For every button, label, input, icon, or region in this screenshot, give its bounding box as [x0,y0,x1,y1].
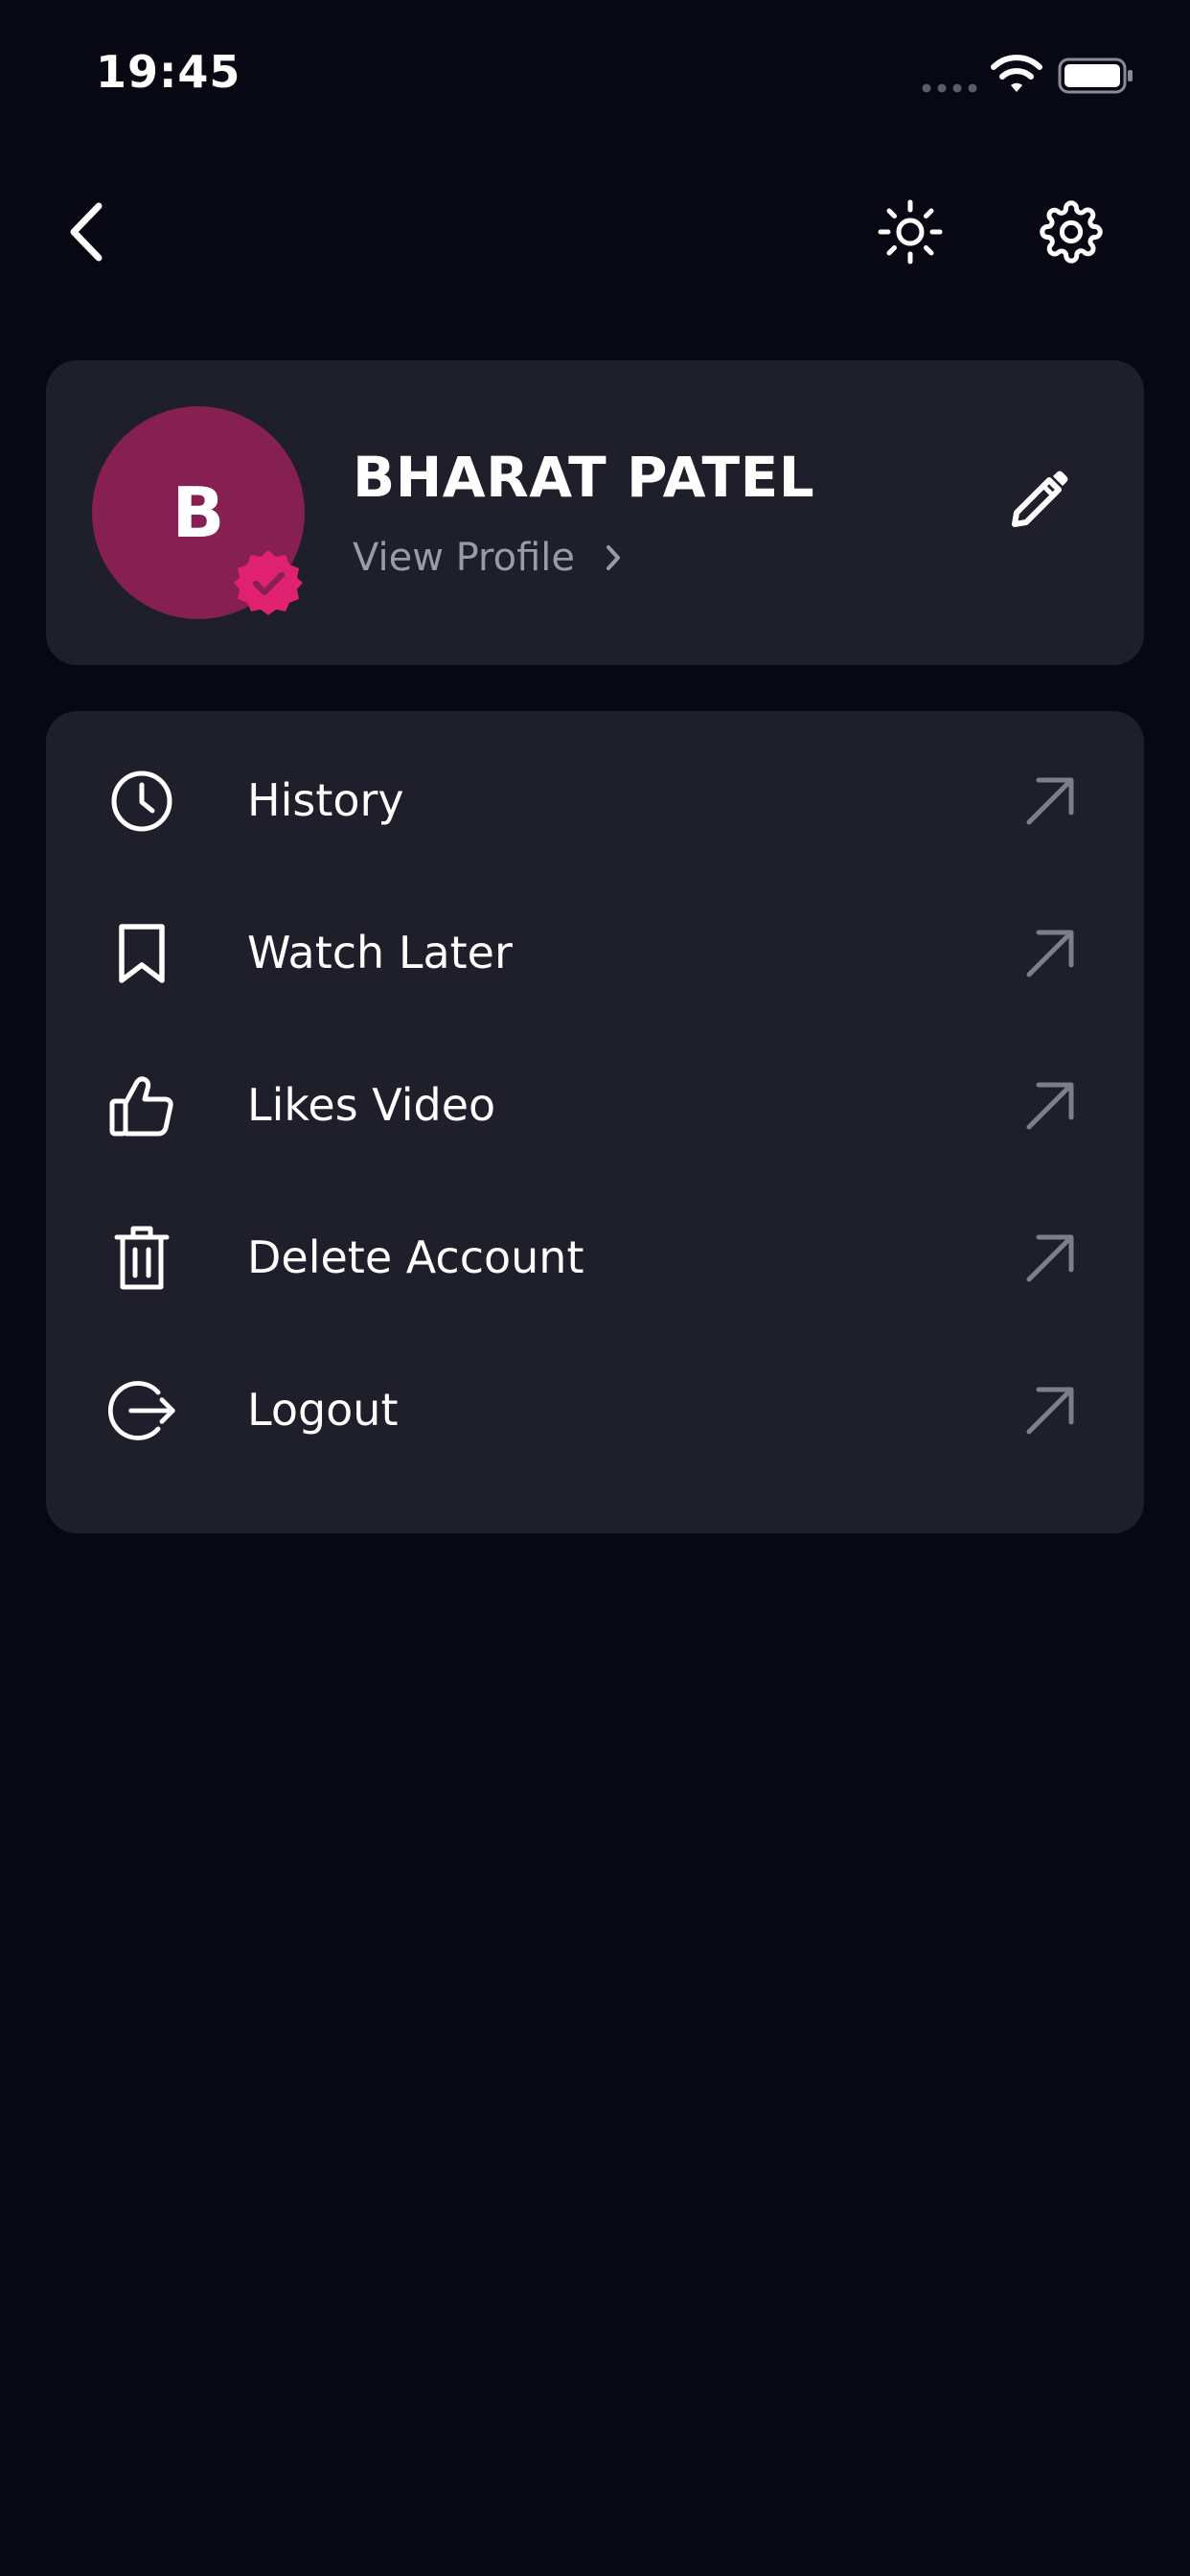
menu-item-label: Watch Later [247,927,513,978]
logout-icon [105,1374,178,1447]
signal-dots-icon [922,83,977,93]
view-profile-label: View Profile [353,536,576,580]
top-bar [0,172,1190,288]
arrow-up-right-icon [1016,1071,1085,1140]
sun-icon [878,199,943,264]
menu-item-label: Delete Account [247,1231,584,1283]
arrow-up-right-icon [1016,767,1085,836]
chevron-right-icon [606,545,621,570]
wifi-icon [991,55,1042,92]
status-bar: 19:45 [0,0,1190,144]
menu-card: History Watch Later Likes Video Delete Acco… [46,711,1144,1533]
status-time: 19:45 [96,46,241,98]
clock-icon [105,765,178,838]
bookmark-icon [105,917,178,990]
edit-profile-button[interactable] [996,456,1083,542]
thumbs-up-icon [105,1070,178,1142]
arrow-up-right-icon [1016,1224,1085,1293]
verified-badge-icon [234,550,303,615]
view-profile-link[interactable]: View Profile [353,531,623,585]
menu-item-likes-video[interactable]: Likes Video [46,1029,1144,1181]
avatar-initial: B [172,472,225,553]
menu-item-logout[interactable]: Logout [46,1334,1144,1485]
gear-icon [1040,200,1103,264]
menu-item-label: Likes Video [247,1079,496,1131]
settings-button[interactable] [1033,194,1110,270]
profile-name: BHARAT PATEL [353,445,815,510]
arrow-up-right-icon [1016,1376,1085,1445]
menu-item-history[interactable]: History [46,724,1144,876]
theme-toggle-button[interactable] [872,194,949,270]
menu-item-label: History [247,774,404,826]
trash-icon [105,1222,178,1295]
pencil-icon [1012,471,1068,527]
back-chevron-icon [70,202,103,262]
menu-item-watch-later[interactable]: Watch Later [46,877,1144,1028]
menu-item-label: Logout [247,1384,399,1436]
back-button[interactable] [48,194,125,270]
battery-icon [1058,58,1133,94]
menu-item-delete-account[interactable]: Delete Account [46,1182,1144,1333]
arrow-up-right-icon [1016,919,1085,988]
profile-card: B BHARAT PATEL View Profile [46,360,1144,665]
